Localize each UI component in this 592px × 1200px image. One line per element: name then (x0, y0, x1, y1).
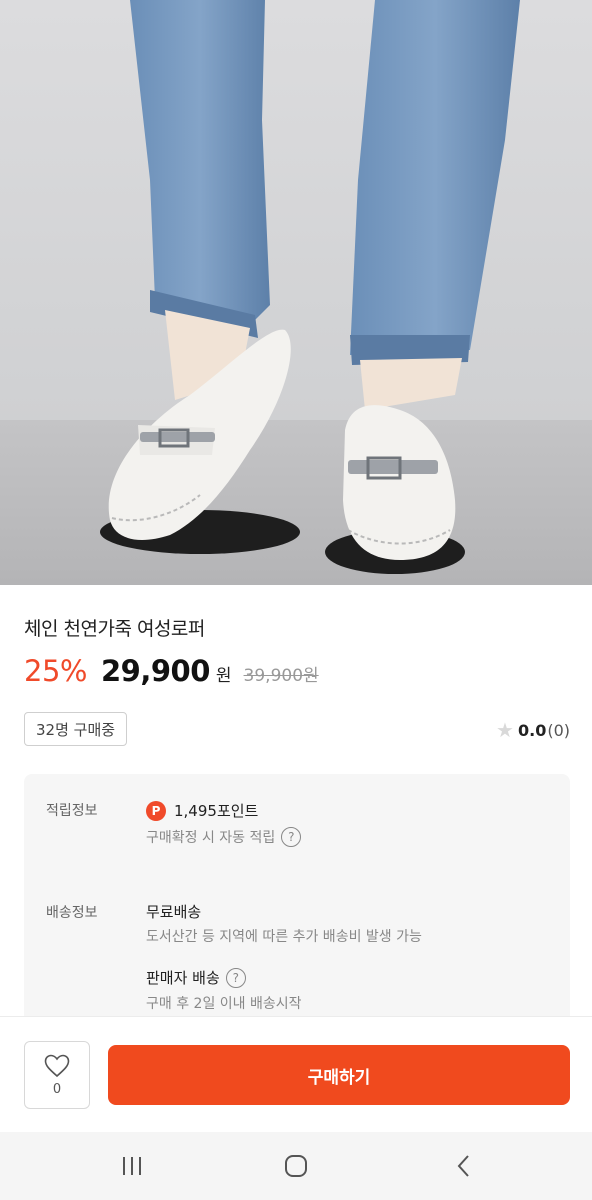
points-row: P 1,495포인트 (146, 800, 258, 821)
like-button[interactable]: 0 (24, 1041, 90, 1109)
star-icon: ★ (496, 718, 514, 742)
help-icon[interactable]: ? (281, 827, 302, 847)
point-icon: P (146, 800, 166, 821)
product-title: 체인 천연가죽 여성로퍼 (24, 618, 205, 640)
points-sub-row: 구매확정 시 자동 적립 ? (146, 827, 302, 847)
points-sub: 구매확정 시 자동 적립 (146, 830, 276, 846)
heart-icon (44, 1054, 70, 1077)
discount-rate: 25% (24, 654, 87, 688)
shipping-label: 배송정보 (46, 905, 98, 921)
price-row: 25% 29,900 원 39,900원 (24, 654, 319, 698)
buying-count-badge: 32명 구매중 (24, 712, 128, 746)
shipping-sub: 도서산간 등 지역에 따른 추가 배송비 발생 가능 (146, 929, 422, 945)
seller-shipping-row: 판매자 배송 ? (146, 967, 246, 988)
original-price: 39,900원 (243, 666, 319, 686)
home-icon[interactable] (282, 1152, 310, 1180)
points-label: 적립정보 (46, 803, 98, 819)
rating-count: (0) (547, 720, 570, 740)
shipping-value: 무료배송 (146, 903, 202, 921)
help-icon[interactable]: ? (225, 967, 246, 988)
rating-value: 0.0 (517, 720, 547, 740)
currency-unit: 원 (215, 666, 232, 686)
product-photo (0, 0, 592, 585)
bottom-action-bar: 0 구매하기 (0, 1016, 592, 1132)
recent-apps-icon[interactable] (118, 1152, 146, 1180)
seller-shipping: 판매자 배송 (146, 969, 220, 987)
rating[interactable]: ★ 0.0 (0) (496, 716, 570, 744)
sale-price: 29,900 (100, 654, 210, 688)
like-count: 0 (52, 1081, 62, 1097)
system-nav-bar (0, 1132, 592, 1200)
buy-button[interactable]: 구매하기 (108, 1045, 570, 1105)
points-value: 1,495포인트 (174, 802, 259, 820)
product-image[interactable] (0, 0, 592, 585)
info-card: 적립정보 P 1,495포인트 구매확정 시 자동 적립 ? 배송정보 무료배송… (24, 774, 570, 1034)
seller-shipping-sub: 구매 후 2일 이내 배송시작 (146, 996, 302, 1012)
back-icon[interactable] (450, 1152, 478, 1180)
